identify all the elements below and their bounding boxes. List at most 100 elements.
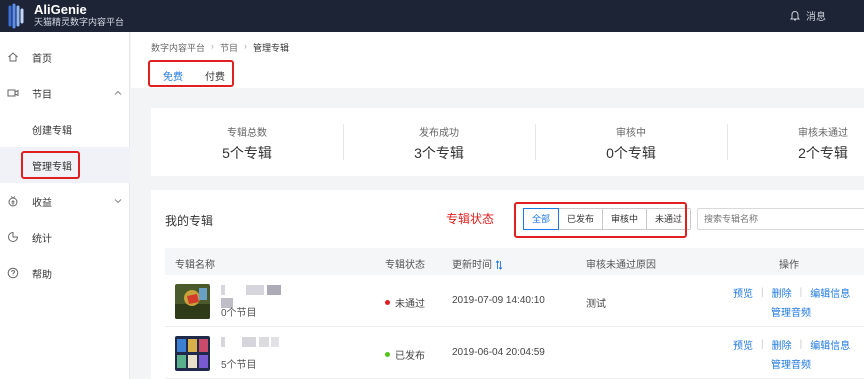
manage-audio-link[interactable]: 管理音频 xyxy=(771,308,811,319)
sidebar-item-label: 统计 xyxy=(32,233,52,245)
redaction-block xyxy=(258,337,269,347)
sidebar-item-label: 帮助 xyxy=(32,269,52,281)
album-search-input[interactable] xyxy=(697,208,864,230)
stat-reviewing: 审核中 0个专辑 xyxy=(535,108,727,176)
stat-title: 审核中 xyxy=(616,128,646,139)
home-icon xyxy=(7,51,19,63)
delete-link[interactable]: 删除 xyxy=(772,337,792,352)
stat-title: 审核未通过 xyxy=(798,128,848,139)
chevron-down-icon xyxy=(114,197,122,205)
redaction-block xyxy=(221,337,225,347)
redaction-block xyxy=(266,285,281,295)
status-badge: 未通过 xyxy=(385,295,425,310)
sidebar-item-revenue[interactable]: 收益 xyxy=(0,183,130,219)
stat-title: 专辑总数 xyxy=(227,128,267,139)
sidebar-item-create-album[interactable]: 创建专辑 xyxy=(0,111,130,147)
sidebar-item-label: 收益 xyxy=(32,197,52,209)
sidebar-item-statistics[interactable]: 统计 xyxy=(0,219,130,255)
delete-link[interactable]: 删除 xyxy=(772,285,792,300)
column-header-label: 更新时间 xyxy=(452,260,492,271)
manage-audio-link[interactable]: 管理音频 xyxy=(771,360,811,371)
redaction-block xyxy=(241,337,256,347)
highlight-tabs xyxy=(148,60,234,87)
album-name-redacted xyxy=(221,337,281,349)
chart-icon xyxy=(7,231,19,243)
program-count: 0个节目 xyxy=(221,308,257,319)
row-actions: 预览 | 删除 | 编辑信息 管理音频 xyxy=(733,285,864,319)
updated-time: 2019-06-04 20:04:59 xyxy=(452,347,545,358)
separator: | xyxy=(761,339,764,350)
app-subtitle: 天猫精灵数字内容平台 xyxy=(34,17,125,27)
sidebar-item-home[interactable]: 首页 xyxy=(0,39,130,75)
sidebar-item-label: 创建专辑 xyxy=(32,125,72,137)
reject-reason: 测试 xyxy=(586,299,606,310)
sidebar: 首页 节目 创建专辑 管理专辑 收益 统计 帮助 xyxy=(0,32,130,379)
updated-time: 2019-07-09 14:40:10 xyxy=(452,295,545,306)
breadcrumb: 数字内容平台 › 节目 › 管理专辑 xyxy=(151,41,289,54)
breadcrumb-item[interactable]: 节目 xyxy=(220,41,238,54)
status-badge: 已发布 xyxy=(385,347,425,362)
separator: | xyxy=(761,287,764,298)
sidebar-item-label: 节目 xyxy=(32,89,52,101)
notifications-label: 消息 xyxy=(806,12,826,23)
program-count: 5个节目 xyxy=(221,360,257,371)
notifications-button[interactable]: 消息 xyxy=(789,8,826,23)
breadcrumb-separator: › xyxy=(211,41,215,51)
column-header: 操作 xyxy=(779,260,799,271)
main-content: 数字内容平台 › 节目 › 管理专辑 免费 付费 专辑总数 5个专辑 发布成功 … xyxy=(131,32,864,379)
separator: | xyxy=(799,339,803,350)
stat-total: 专辑总数 5个专辑 xyxy=(151,108,343,176)
breadcrumb-separator: › xyxy=(244,41,248,51)
stat-value: 3个专辑 xyxy=(414,145,464,161)
bell-icon xyxy=(789,10,801,20)
sidebar-item-label: 首页 xyxy=(32,53,52,65)
status-dot xyxy=(385,352,390,357)
album-cover-image[interactable] xyxy=(175,336,210,371)
sidebar-item-programs[interactable]: 节目 xyxy=(0,75,130,111)
page-header: 数字内容平台 › 节目 › 管理专辑 免费 付费 xyxy=(131,32,864,88)
table-row: 5个节目 已发布 2019-06-04 20:04:59 预览 | 删除 | 编… xyxy=(165,327,864,379)
brand: AliGenie 天猫精灵数字内容平台 xyxy=(34,3,124,27)
stat-value: 2个专辑 xyxy=(798,145,848,161)
status-dot xyxy=(385,300,390,305)
column-header: 审核未通过原因 xyxy=(586,260,656,271)
chevron-up-icon xyxy=(114,89,122,97)
sort-icon[interactable] xyxy=(495,260,503,270)
column-header-sortable[interactable]: 更新时间 xyxy=(452,256,503,271)
stat-rejected: 审核未通过 2个专辑 xyxy=(727,108,864,176)
album-name-redacted xyxy=(221,285,281,308)
separator: | xyxy=(799,287,803,298)
status-text: 已发布 xyxy=(395,351,425,362)
top-bar: AliGenie 天猫精灵数字内容平台 消息 xyxy=(0,0,864,32)
stat-value: 5个专辑 xyxy=(222,145,272,161)
table-row: 0个节目 未通过 2019-07-09 14:40:10 测试 预览 | 删除 … xyxy=(165,275,864,327)
redaction-block xyxy=(221,285,225,295)
redaction-block xyxy=(271,337,280,347)
column-header: 专辑名称 xyxy=(175,260,215,271)
stats-panel: 专辑总数 5个专辑 发布成功 3个专辑 审核中 0个专辑 审核未通过 2个专辑 xyxy=(151,108,864,176)
row-actions: 预览 | 删除 | 编辑信息 管理音频 xyxy=(733,337,864,371)
album-cover-image[interactable] xyxy=(175,284,210,319)
stat-title: 发布成功 xyxy=(419,128,459,139)
sidebar-item-help[interactable]: 帮助 xyxy=(0,255,130,291)
preview-link[interactable]: 预览 xyxy=(733,285,753,300)
albums-panel: 我的专辑 专辑状态 全部 已发布 审核中 未通过 专辑名称 专辑状态 更新时间 … xyxy=(151,190,864,379)
edit-info-link[interactable]: 编辑信息 xyxy=(810,285,850,300)
breadcrumb-item[interactable]: 数字内容平台 xyxy=(151,41,205,54)
app-name: AliGenie xyxy=(34,2,87,17)
help-icon xyxy=(7,267,19,279)
highlight-manage-album xyxy=(21,151,80,179)
status-annotation: 专辑状态 xyxy=(446,212,495,226)
table-header: 专辑名称 专辑状态 更新时间 审核未通过原因 操作 xyxy=(165,248,864,275)
section-title: 我的专辑 xyxy=(165,214,214,228)
money-icon xyxy=(7,195,19,207)
redaction-block xyxy=(245,285,264,295)
preview-link[interactable]: 预览 xyxy=(733,337,753,352)
stat-value: 0个专辑 xyxy=(606,145,656,161)
edit-info-link[interactable]: 编辑信息 xyxy=(810,337,850,352)
status-text: 未通过 xyxy=(395,299,425,310)
video-icon xyxy=(7,87,19,99)
filter-all[interactable]: 全部 xyxy=(523,208,560,230)
aligenie-logo-icon[interactable] xyxy=(6,3,28,29)
stat-published: 发布成功 3个专辑 xyxy=(343,108,535,176)
